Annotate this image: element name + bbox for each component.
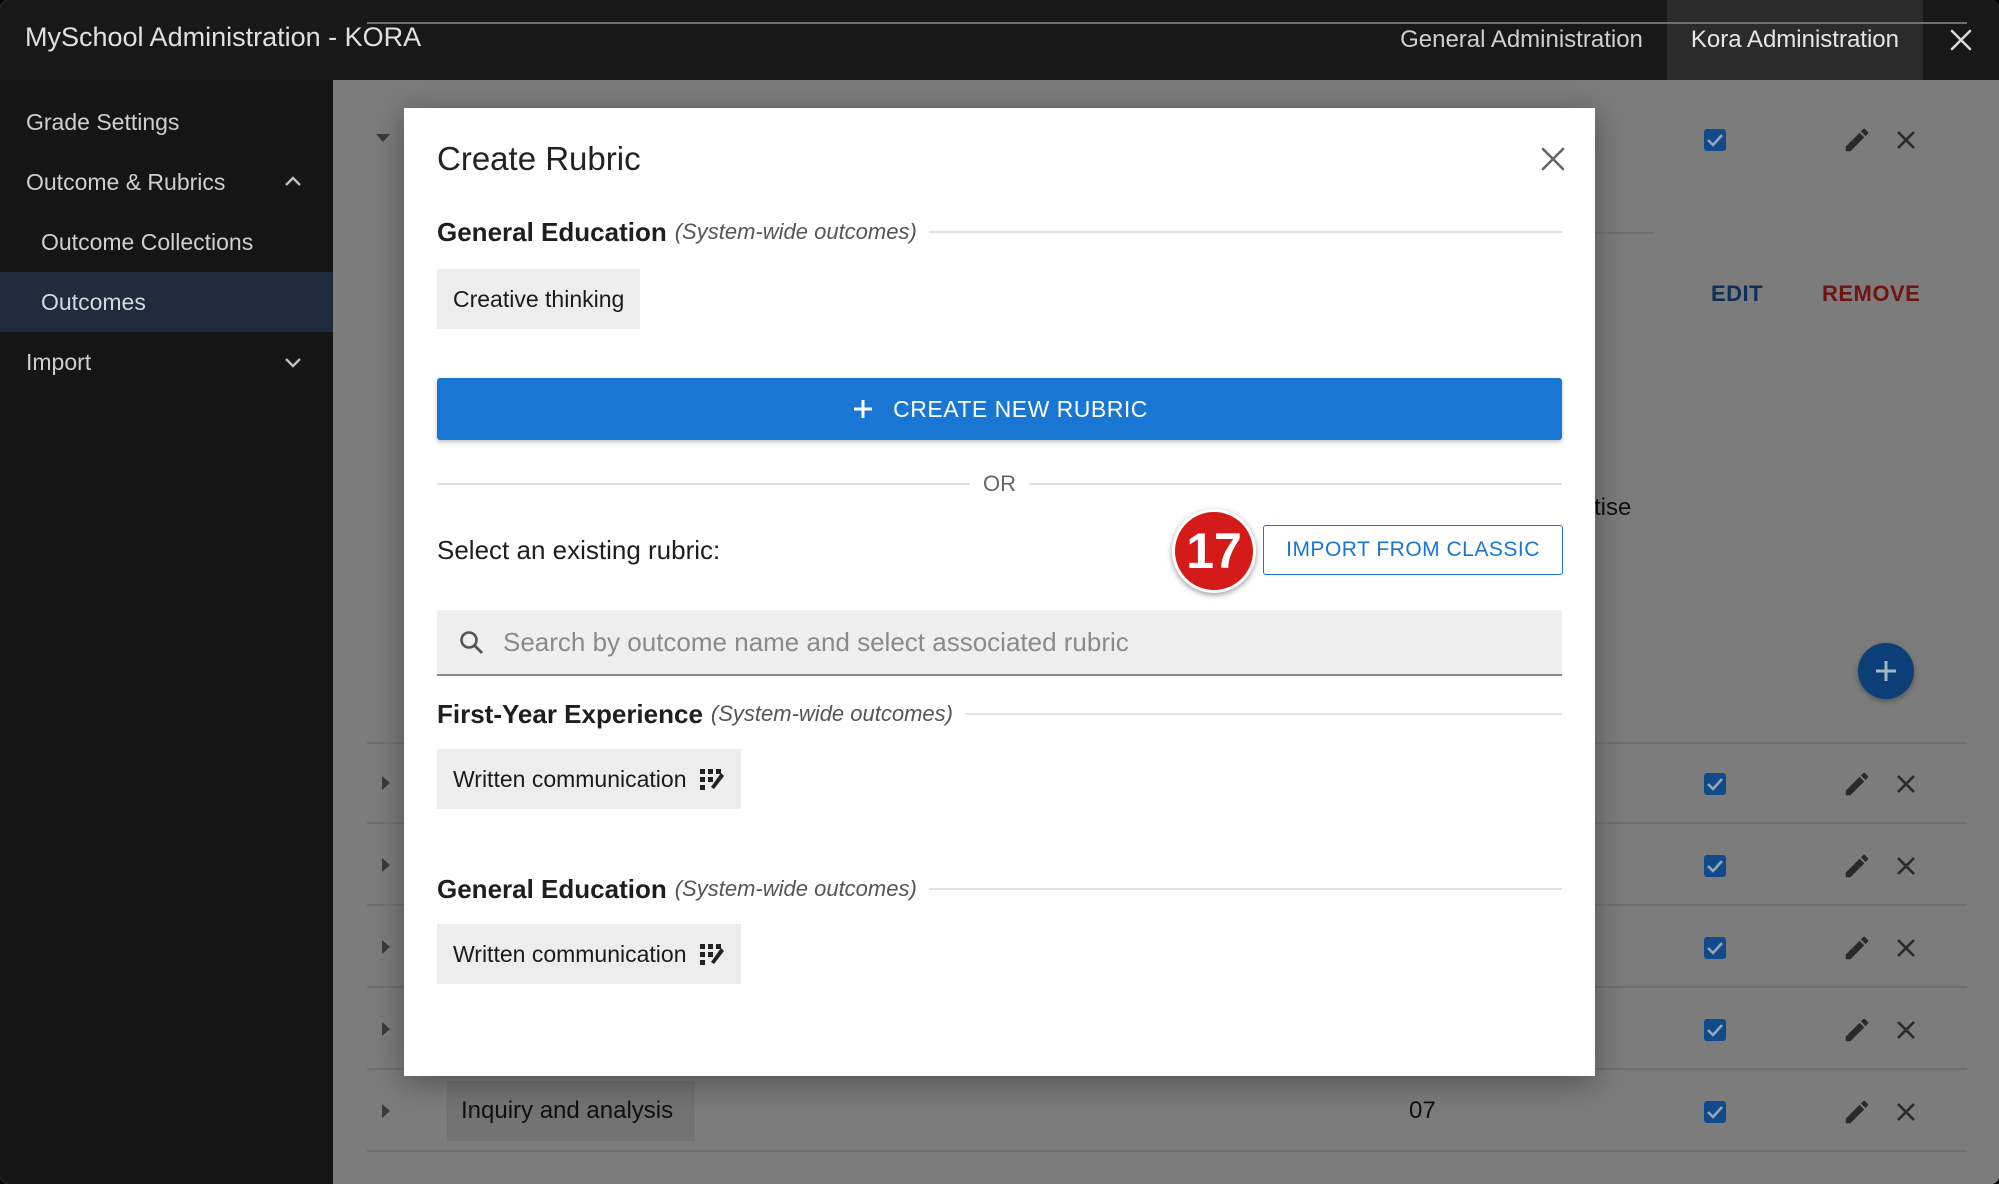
section-note: (System-wide outcomes) <box>674 219 917 244</box>
check-icon <box>1707 1106 1723 1119</box>
row-checkbox[interactable] <box>1704 129 1726 151</box>
import-from-classic-button[interactable]: IMPORT FROM CLASSIC <box>1263 525 1563 575</box>
delete-x-icon[interactable] <box>1895 937 1917 959</box>
create-new-rubric-button[interactable]: CREATE NEW RUBRIC <box>437 378 1562 440</box>
row-checkbox[interactable] <box>1704 855 1726 877</box>
row-checkbox[interactable] <box>1704 937 1726 959</box>
add-fab-button[interactable] <box>1858 643 1914 699</box>
check-icon <box>1707 942 1723 955</box>
edit-pencil-icon[interactable] <box>1842 933 1872 963</box>
create-rubric-dialog: Create Rubric General Education (System-… <box>404 108 1595 1076</box>
create-button-label: CREATE NEW RUBRIC <box>893 395 1148 422</box>
sidebar-item-label: Outcome Collections <box>41 228 254 255</box>
outcome-chip-label: Written communication <box>453 765 687 792</box>
dialog-title: Create Rubric <box>437 140 641 177</box>
row-checkbox[interactable] <box>1704 773 1726 795</box>
plus-icon <box>1876 661 1896 681</box>
sidebar-item-label: Grade Settings <box>26 108 180 135</box>
sidebar-item-label: Outcome & Rubrics <box>26 168 226 195</box>
app-window: MySchool Administration - KORA General A… <box>0 0 1999 1184</box>
sidebar-item-import[interactable]: Import <box>0 332 333 392</box>
sidebar-item-label: Outcomes <box>41 288 146 315</box>
expand-caret-icon[interactable] <box>382 940 390 954</box>
expand-caret-icon[interactable] <box>382 1022 390 1036</box>
expand-caret-icon[interactable] <box>382 776 390 790</box>
partial-text: tise <box>1594 494 1632 521</box>
search-icon <box>460 631 483 654</box>
search-input[interactable] <box>503 610 1543 674</box>
step-badge: 17 <box>1172 509 1256 593</box>
check-icon <box>1707 1024 1723 1037</box>
collapse-caret-icon[interactable] <box>376 134 390 142</box>
delete-x-icon[interactable] <box>1895 129 1917 151</box>
section-header: General Education (System-wide outcomes) <box>437 871 1562 907</box>
rubric-icon <box>699 944 724 965</box>
outcome-name: Inquiry and analysis <box>461 1097 674 1124</box>
chevron-down-icon <box>285 358 301 368</box>
chevron-up-icon <box>285 176 301 186</box>
edit-link[interactable]: EDIT <box>1711 281 1763 307</box>
edit-pencil-icon[interactable] <box>1842 125 1872 155</box>
outcome-chip-label: Creative thinking <box>453 285 625 312</box>
table-row <box>367 22 1967 102</box>
outcome-chip: Creative thinking <box>437 269 641 329</box>
section-note: (System-wide outcomes) <box>710 701 953 726</box>
check-icon <box>1707 860 1723 873</box>
divider-line <box>1029 483 1562 485</box>
section-divider <box>965 713 1562 715</box>
outcome-code: 07 <box>1409 1097 1436 1124</box>
plus-icon <box>854 400 873 418</box>
rubric-result-chip[interactable]: Written communication <box>437 924 741 984</box>
section-note: (System-wide outcomes) <box>674 876 917 901</box>
close-icon[interactable] <box>1538 144 1568 174</box>
row-checkbox[interactable] <box>1704 1019 1726 1041</box>
outcome-search-field[interactable] <box>437 610 1562 676</box>
rubric-icon <box>699 769 724 790</box>
section-name: General Education <box>437 873 667 904</box>
delete-x-icon[interactable] <box>1895 773 1917 795</box>
section-divider <box>928 888 1562 890</box>
section-header: General Education (System-wide outcomes) <box>437 214 1562 250</box>
edit-pencil-icon[interactable] <box>1842 769 1872 799</box>
sidebar: Grade Settings Outcome & Rubrics Outcome… <box>0 80 333 1184</box>
section-name: First-Year Experience <box>437 698 703 729</box>
or-divider: OR <box>437 469 1562 499</box>
section-name: General Education <box>437 216 667 247</box>
section-header: First-Year Experience (System-wide outco… <box>437 696 1562 732</box>
app-title: MySchool Administration - KORA <box>25 22 422 52</box>
delete-x-icon[interactable] <box>1895 1019 1917 1041</box>
sidebar-item-grade-settings[interactable]: Grade Settings <box>0 92 333 152</box>
remove-link[interactable]: REMOVE <box>1822 281 1920 307</box>
check-icon <box>1707 778 1723 791</box>
select-existing-label: Select an existing rubric: <box>437 535 721 565</box>
edit-pencil-icon[interactable] <box>1842 1015 1872 1045</box>
check-icon <box>1707 134 1723 147</box>
sidebar-item-label: Import <box>26 348 92 375</box>
row-checkbox[interactable] <box>1704 1101 1726 1123</box>
section-divider <box>928 231 1562 233</box>
expand-caret-icon[interactable] <box>382 1104 390 1118</box>
sidebar-item-outcome-collections[interactable]: Outcome Collections <box>0 212 333 272</box>
edit-pencil-icon[interactable] <box>1842 1097 1872 1127</box>
outcome-chip-label: Written communication <box>453 940 687 967</box>
rubric-result-chip[interactable]: Written communication <box>437 749 741 809</box>
sidebar-item-outcome-rubrics[interactable]: Outcome & Rubrics <box>0 152 333 212</box>
edit-pencil-icon[interactable] <box>1842 851 1872 881</box>
expand-caret-icon[interactable] <box>382 858 390 872</box>
sidebar-item-outcomes[interactable]: Outcomes <box>0 272 333 332</box>
delete-x-icon[interactable] <box>1895 855 1917 877</box>
delete-x-icon[interactable] <box>1895 1101 1917 1123</box>
